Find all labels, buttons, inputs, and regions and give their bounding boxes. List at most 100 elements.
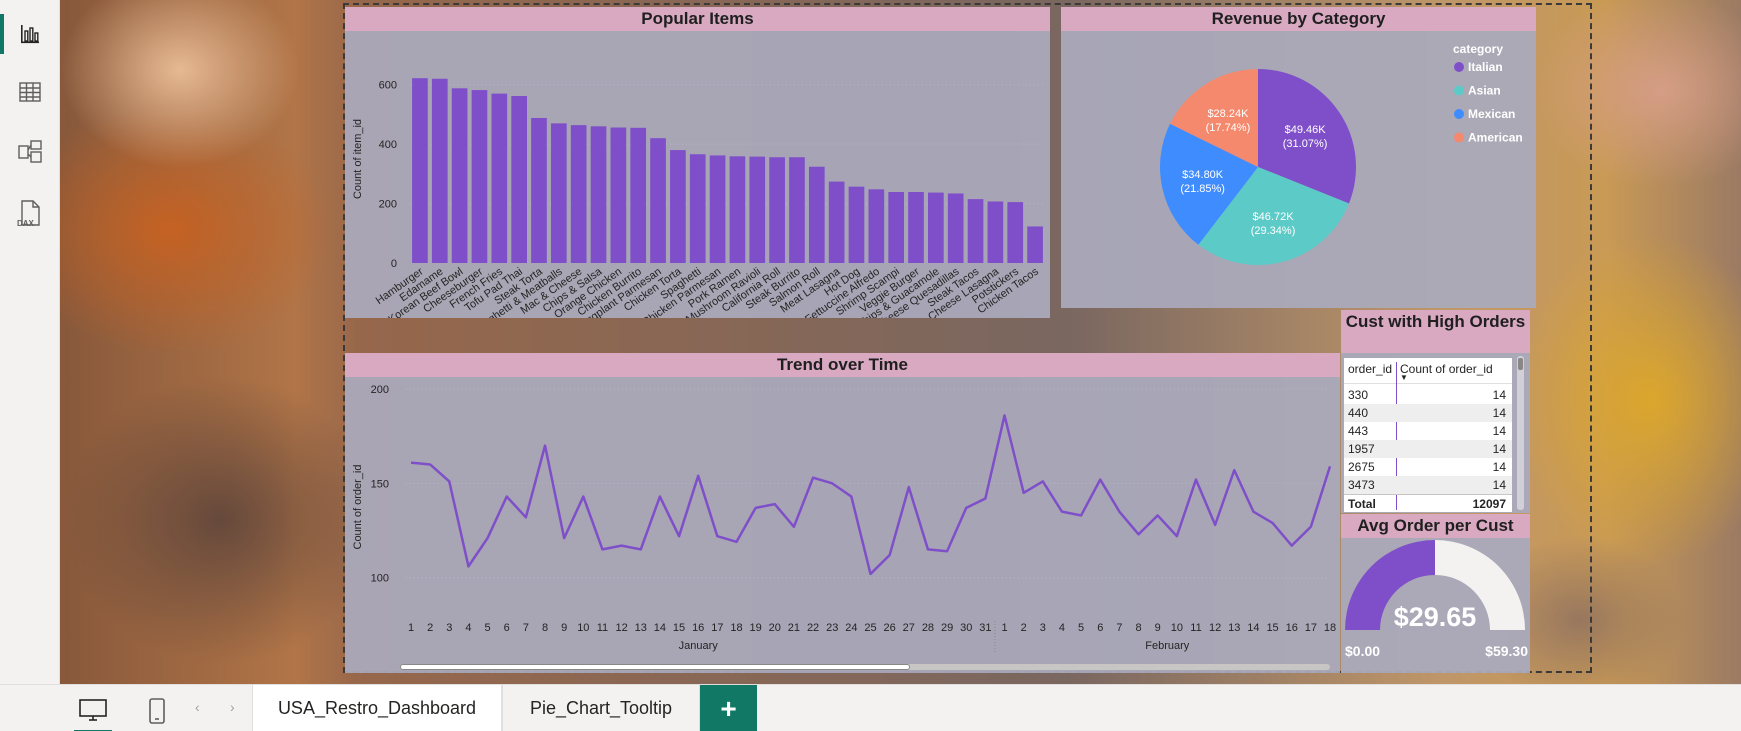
tab-usa-restro-dashboard[interactable]: USA_Restro_Dashboard [252, 685, 502, 731]
bar [451, 88, 468, 263]
x-tick-label: 23 [826, 622, 838, 634]
legend-marker [1454, 132, 1464, 143]
x-tick-label: 17 [711, 622, 723, 634]
model-view-icon[interactable] [0, 126, 60, 178]
legend-item-mexican: Mexican [1468, 107, 1515, 121]
bar [511, 96, 527, 264]
slice-percent-label: (31.07%) [1283, 138, 1328, 150]
x-tick-label: 12 [1209, 622, 1221, 634]
slice-value-label: $49.46K [1285, 124, 1327, 136]
x-tick-label: 7 [1116, 622, 1122, 634]
avg-order-visual[interactable]: Avg Order per Cust $29.65 $0.00 $59.30 [1341, 514, 1530, 673]
bar [570, 125, 587, 263]
left-rail: DAX [0, 0, 60, 684]
tab-pie-chart-tooltip[interactable]: Pie_Chart_Tooltip [502, 685, 700, 731]
bar [431, 78, 448, 263]
x-tick-label: 25 [864, 622, 876, 634]
bar [1027, 226, 1043, 263]
next-page-icon[interactable]: › [230, 699, 235, 715]
x-tick-label: 5 [1078, 622, 1084, 634]
x-tick-label: 20 [769, 622, 781, 634]
x-tick-label: 18 [1324, 622, 1336, 634]
table-row[interactable]: 1957 14 [1344, 440, 1512, 458]
bar [412, 78, 428, 263]
trend-line-chart: 100150200Count of order_id1 2 3 4 5 6 7 8 9 10 11 1… [352, 384, 1336, 653]
x-tick-label: 15 [1266, 622, 1278, 634]
table-row[interactable]: 2675 14 [1344, 458, 1512, 476]
y-axis-label: Count of item_id [352, 119, 364, 199]
legend-item-american: American [1468, 131, 1523, 145]
legend-marker [1454, 85, 1464, 96]
x-tick-label: 1 [408, 622, 414, 634]
x-tick-label: 11 [1190, 622, 1201, 634]
report-view-icon[interactable] [0, 8, 60, 60]
slice-percent-label: (21.85%) [1180, 183, 1225, 195]
bar [531, 117, 547, 263]
x-tick-label: 1 [1001, 622, 1007, 634]
y-tick-label: 400 [379, 139, 397, 151]
x-tick-label: 10 [577, 622, 589, 634]
vertical-scrollbar[interactable] [1517, 356, 1524, 510]
desktop-layout-icon[interactable] [74, 693, 112, 731]
legend-marker [1454, 62, 1464, 72]
x-tick-label: 31 [979, 622, 991, 634]
revenue-by-category-visual[interactable]: Revenue by Category $49.46K (31.07%) $46.7… [1061, 7, 1536, 308]
x-tick-label: 14 [1247, 622, 1259, 634]
bar [1007, 202, 1024, 263]
x-tick-label: 6 [1097, 622, 1103, 634]
x-tick-label: 29 [941, 622, 953, 634]
sort-descending-icon: ▼ [1400, 373, 1408, 382]
x-tick-label: 30 [960, 622, 972, 634]
x-tick-label: 5 [485, 622, 491, 634]
avg-order-title: Avg Order per Cust [1341, 514, 1530, 538]
bar [590, 126, 607, 263]
cust-high-orders-visual[interactable]: Cust with High Orders order_id Count of … [1341, 310, 1530, 513]
bar [550, 123, 567, 263]
bar [769, 157, 785, 263]
popular-items-visual[interactable]: Popular Items 0 200 400 600 Count of item_id… [345, 7, 1050, 318]
x-tick-label: 10 [1171, 622, 1183, 634]
column-header-count[interactable]: Count of order_id [1400, 362, 1493, 376]
x-tick-label: 14 [654, 622, 666, 634]
bar [888, 191, 905, 263]
table-row[interactable]: 3473 14 [1344, 476, 1512, 494]
table-row[interactable]: 330 14 [1344, 386, 1512, 404]
mobile-layout-icon[interactable] [142, 693, 172, 729]
bar [789, 157, 805, 263]
x-tick-label: 11 [597, 622, 608, 634]
x-tick-label: 21 [788, 622, 800, 634]
horizontal-scrollbar-track[interactable] [400, 664, 1330, 670]
previous-page-icon[interactable]: ‹ [195, 699, 200, 715]
add-page-button[interactable]: + [700, 685, 757, 731]
bar [630, 127, 647, 263]
table-row[interactable]: 443 14 [1344, 422, 1512, 440]
legend-title: category [1453, 42, 1503, 56]
slice-percent-label: (17.74%) [1206, 122, 1251, 134]
gauge-min-label: $0.00 [1345, 643, 1380, 659]
slice-percent-label: (29.34%) [1251, 225, 1296, 237]
bar [828, 181, 845, 263]
bar [947, 193, 964, 263]
x-tick-label: 12 [615, 622, 627, 634]
revenue-title: Revenue by Category [1061, 7, 1536, 31]
bar [610, 127, 627, 263]
x-tick-label: 13 [1228, 622, 1240, 634]
dax-query-view-icon[interactable]: DAX [0, 188, 60, 240]
trend-title: Trend over Time [345, 353, 1340, 377]
gauge-value: $29.65 [1394, 602, 1477, 632]
table-view-icon[interactable] [0, 66, 60, 118]
column-header-order-id[interactable]: order_id [1348, 362, 1392, 376]
horizontal-scrollbar-thumb[interactable] [400, 664, 910, 670]
x-tick-label: 17 [1305, 622, 1317, 634]
vertical-scrollbar-thumb[interactable] [1518, 358, 1523, 370]
slice-value-label: $34.80K [1182, 169, 1224, 181]
table-row[interactable]: 440 14 [1344, 404, 1512, 422]
x-tick-label: 3 [446, 622, 452, 634]
trend-over-time-visual[interactable]: Trend over Time 100 150 200 Count of order_… [345, 353, 1340, 673]
month-label: February [1145, 640, 1190, 652]
bar [471, 90, 488, 263]
bar [868, 189, 885, 263]
x-tick-label: 13 [635, 622, 647, 634]
bar [848, 186, 865, 263]
x-tick-label: 16 [692, 622, 704, 634]
